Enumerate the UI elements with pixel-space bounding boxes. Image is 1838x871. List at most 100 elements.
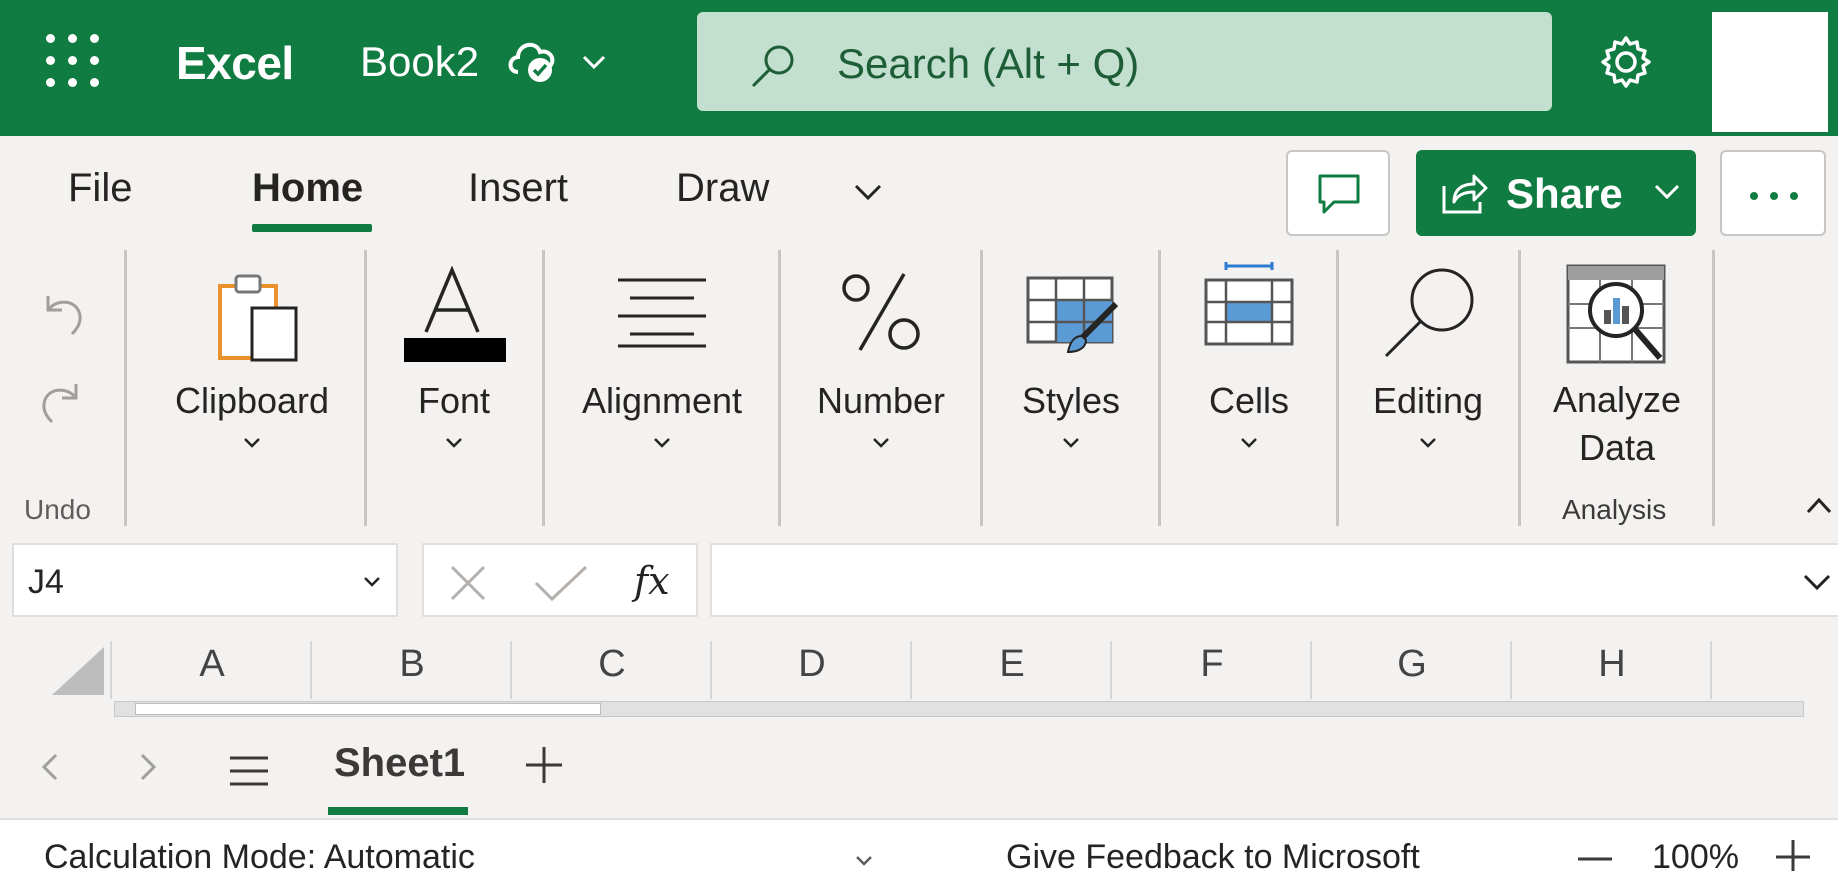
column-header-d[interactable]: D xyxy=(712,643,912,686)
font-group-button[interactable]: Font xyxy=(380,246,528,531)
account-avatar[interactable] xyxy=(1712,12,1828,132)
ribbon-divider xyxy=(1336,250,1339,526)
column-header-e[interactable]: E xyxy=(912,643,1112,686)
formula-input[interactable] xyxy=(710,543,1838,617)
insert-function-fx-button[interactable]: fx xyxy=(634,559,670,603)
percent-icon xyxy=(842,273,920,351)
ribbon-divider xyxy=(124,250,127,526)
chevron-down-icon xyxy=(244,438,260,448)
ribbon-divider xyxy=(364,250,367,526)
settings-gear-icon[interactable] xyxy=(1598,34,1654,90)
column-header-c[interactable]: C xyxy=(512,643,712,686)
analyze-data-label: Analyze Data xyxy=(1538,376,1696,472)
editing-group-button[interactable]: Editing xyxy=(1356,246,1500,531)
undo-group-label: Undo xyxy=(24,494,91,525)
number-group-button[interactable]: Number xyxy=(800,246,962,531)
expand-formula-chevron-icon[interactable] xyxy=(1802,571,1832,593)
active-tab-indicator xyxy=(252,224,372,232)
ribbon-divider xyxy=(778,250,781,526)
name-box-value: J4 xyxy=(28,563,64,601)
cells-label: Cells xyxy=(1208,380,1289,421)
search-icon xyxy=(751,45,794,88)
editing-label: Editing xyxy=(1372,380,1484,421)
comments-button[interactable] xyxy=(1286,150,1390,236)
clipboard-label: Clipboard xyxy=(174,380,330,421)
add-sheet-plus-icon[interactable] xyxy=(524,745,564,785)
number-label: Number xyxy=(816,380,946,421)
share-icon xyxy=(1442,174,1488,214)
chevron-down-icon xyxy=(1654,184,1680,200)
previous-sheet-chevron-left-icon[interactable] xyxy=(32,749,68,785)
zoom-in-plus-icon[interactable] xyxy=(1774,838,1812,871)
redo-icon[interactable] xyxy=(36,376,88,428)
cloud-saved-icon[interactable] xyxy=(506,36,560,84)
tab-file[interactable]: File xyxy=(68,166,132,211)
clipboard-icon xyxy=(218,274,298,362)
column-header-g[interactable]: G xyxy=(1312,643,1512,686)
more-options-button[interactable] xyxy=(1720,150,1826,236)
analyze-data-icon xyxy=(1566,264,1666,364)
name-box[interactable]: J4 xyxy=(12,543,398,617)
next-sheet-chevron-right-icon[interactable] xyxy=(130,749,166,785)
zoom-level[interactable]: 100% xyxy=(1652,838,1739,871)
column-header-a[interactable]: A xyxy=(112,643,312,686)
analyze-label-line2: Data xyxy=(1578,427,1656,468)
app-launcher-icon[interactable] xyxy=(46,34,100,88)
ribbon-tab-bar: File Home Insert Draw Share xyxy=(0,136,1838,246)
ribbon-divider xyxy=(1158,250,1161,526)
column-header-f[interactable]: F xyxy=(1112,643,1312,686)
undo-icon[interactable] xyxy=(36,288,88,340)
ribbon-divider xyxy=(1518,250,1521,526)
horizontal-scrollbar[interactable] xyxy=(114,701,1804,717)
calculation-mode-status[interactable]: Calculation Mode: Automatic xyxy=(44,838,475,871)
chevron-down-icon[interactable] xyxy=(362,575,382,589)
chevron-down-icon xyxy=(1420,438,1436,448)
styles-icon xyxy=(1026,276,1119,354)
cancel-x-icon[interactable] xyxy=(448,563,488,603)
chevron-down-icon[interactable] xyxy=(578,46,610,78)
analysis-group-label: Analysis xyxy=(1562,494,1667,525)
active-sheet-indicator xyxy=(328,807,468,815)
column-divider xyxy=(1710,641,1712,699)
sheet-tab-bar: Sheet1 xyxy=(0,717,1838,817)
confirm-check-icon[interactable] xyxy=(534,563,588,603)
cells-group-button[interactable]: Cells xyxy=(1178,246,1320,531)
search-box[interactable]: Search (Alt + Q) xyxy=(697,12,1552,111)
document-name[interactable]: Book2 xyxy=(360,38,479,86)
formula-bar: J4 fx xyxy=(0,531,1838,631)
give-feedback-link[interactable]: Give Feedback to Microsoft xyxy=(1006,838,1420,871)
zoom-out-minus-icon[interactable] xyxy=(1576,854,1614,864)
styles-label: Styles xyxy=(1021,380,1121,421)
analyze-data-button[interactable]: Analyze Data xyxy=(1538,246,1696,531)
alignment-icon xyxy=(618,278,706,348)
title-bar: Excel Book2 Search (Alt + Q) xyxy=(0,0,1838,136)
chevron-down-icon xyxy=(1063,438,1079,448)
all-sheets-menu-icon[interactable] xyxy=(228,755,270,787)
app-name[interactable]: Excel xyxy=(176,36,294,90)
formula-actions: fx xyxy=(422,543,698,617)
chevron-down-icon[interactable] xyxy=(854,854,874,868)
column-header-b[interactable]: B xyxy=(312,643,512,686)
chevron-down-icon xyxy=(446,438,462,448)
clipboard-group-button[interactable]: Clipboard xyxy=(150,246,354,531)
chevron-down-icon xyxy=(654,438,670,448)
cells-icon xyxy=(1204,262,1294,346)
share-button[interactable]: Share xyxy=(1416,150,1696,236)
ribbon-divider xyxy=(1712,250,1715,526)
font-label: Font xyxy=(417,380,491,421)
column-header-h[interactable]: H xyxy=(1512,643,1712,686)
styles-group-button[interactable]: Styles xyxy=(1000,246,1142,531)
analyze-label-line1: Analyze xyxy=(1552,379,1682,420)
collapse-ribbon-chevron-up-icon[interactable] xyxy=(1804,494,1834,516)
scrollbar-thumb[interactable] xyxy=(135,703,601,715)
chevron-down-icon xyxy=(873,438,889,448)
tab-insert[interactable]: Insert xyxy=(468,166,568,211)
more-tabs-chevron-icon[interactable] xyxy=(850,174,886,210)
ribbon-divider xyxy=(542,250,545,526)
tab-home[interactable]: Home xyxy=(252,166,363,211)
select-all-corner[interactable] xyxy=(52,647,104,695)
tab-draw[interactable]: Draw xyxy=(676,166,769,211)
search-placeholder: Search (Alt + Q) xyxy=(837,40,1140,87)
sheet-tab-sheet1[interactable]: Sheet1 xyxy=(334,741,465,786)
alignment-group-button[interactable]: Alignment xyxy=(562,246,762,531)
